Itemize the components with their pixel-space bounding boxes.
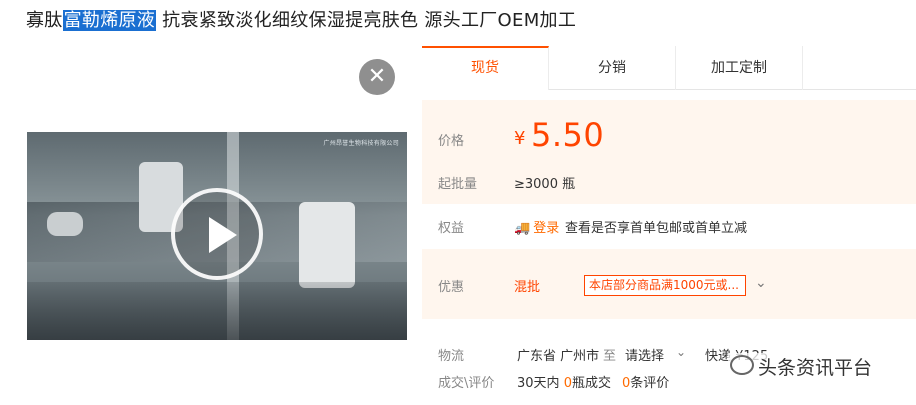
review-suffix: 条评价 (630, 376, 670, 391)
price-value: 5.50 (531, 116, 605, 154)
login-text: 登录 (533, 221, 560, 236)
tabs-spacer (803, 46, 916, 89)
trade-stats: 30天内 0瓶成交 (517, 372, 611, 391)
promo-row: 优惠 混批 本店部分商品满1000元或... ⌄ (422, 249, 916, 319)
promo-label: 优惠 (438, 280, 465, 295)
source-watermark-text: 头条资讯平台 (758, 357, 873, 379)
rights-row: 权益 🚚 登录 查看是否享首单包邮或首单立减 (422, 205, 916, 249)
login-link[interactable]: 🚚 登录 (514, 217, 559, 236)
trade-label: 成交\评价 (438, 376, 495, 391)
tab-distribution[interactable]: 分销 (549, 46, 676, 90)
title-highlight: 富勒烯原液 (62, 10, 157, 31)
review-stats[interactable]: 0条评价 (622, 372, 669, 391)
price-currency: ¥ (514, 128, 526, 149)
purchase-tabs: 现货 分销 加工定制 (422, 46, 916, 90)
promo-detail[interactable]: 本店部分商品满1000元或... (584, 275, 746, 296)
promo-tag: 混批 (514, 280, 541, 295)
truck-icon: 🚚 (514, 221, 531, 236)
video-bottle (299, 202, 355, 288)
video-bottle (47, 212, 83, 236)
chevron-down-icon[interactable]: ⌄ (676, 345, 686, 359)
logistics-label: 物流 (438, 349, 465, 364)
rights-text: 查看是否享首单包邮或首单立减 (565, 221, 748, 236)
platform-logo-icon (730, 355, 754, 375)
trade-days: 30天内 (517, 376, 560, 391)
moq-label: 起批量 (438, 177, 478, 192)
chevron-down-icon[interactable]: ⌄ (755, 275, 767, 291)
deal-suffix: 瓶成交 (571, 376, 611, 391)
deal-count: 0 (563, 376, 572, 391)
video-floor (27, 282, 407, 340)
destination-select[interactable]: 请选择 (625, 345, 664, 364)
close-icon: ✕ (367, 64, 387, 89)
price-panel: 价格 ¥ 5.50 起批量 ≥3000 瓶 (422, 100, 916, 204)
ship-to-label: 至 (603, 349, 617, 364)
price-label: 价格 (438, 134, 465, 149)
tab-spot[interactable]: 现货 (422, 46, 549, 90)
close-video-button[interactable]: ✕ (359, 59, 395, 95)
product-title: 寡肽富勒烯原液 抗衰紧致淡化细纹保湿提亮肤色 源头工厂OEM加工 (26, 6, 576, 32)
title-prefix: 寡肽 (26, 10, 63, 31)
source-watermark: 头条资讯平台 (728, 353, 879, 380)
tab-custom-processing[interactable]: 加工定制 (676, 46, 803, 90)
video-watermark: 广州昂誉生物科技有限公司 (323, 140, 399, 147)
play-icon (209, 217, 237, 253)
play-button[interactable] (171, 188, 263, 280)
ship-from: 广东省 广州市 (517, 349, 600, 364)
title-suffix: 抗衰紧致淡化细纹保湿提亮肤色 源头工厂OEM加工 (162, 10, 577, 31)
moq-value: ≥3000 瓶 (514, 177, 576, 192)
rights-label: 权益 (438, 221, 465, 236)
